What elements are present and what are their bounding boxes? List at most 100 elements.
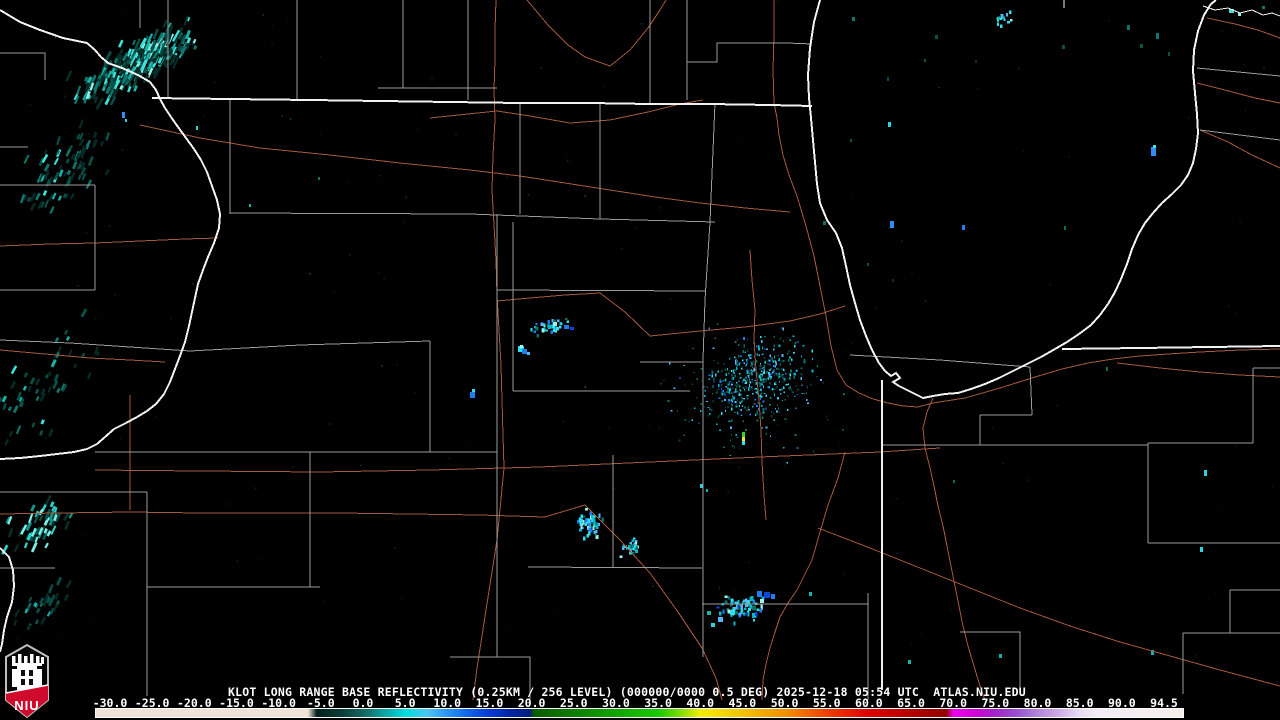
- echo-cell: [527, 194, 529, 195]
- echo-cell: [730, 455, 731, 456]
- echo-cell: [738, 344, 739, 346]
- echo-cell: [565, 318, 567, 320]
- echo-cell: [507, 177, 508, 179]
- echo-cell: [684, 385, 686, 386]
- echo-cell: [938, 87, 940, 88]
- echo-cell: [56, 577, 62, 586]
- echo-cell: [741, 414, 743, 415]
- echo-cell: [752, 613, 755, 618]
- echo-cell: [789, 357, 791, 359]
- echo-cell: [776, 368, 777, 370]
- echo-cell: [55, 337, 59, 343]
- echo-cell: [718, 389, 720, 390]
- echo-cell: [729, 421, 731, 423]
- echo-cell: [44, 149, 48, 154]
- echo-cell: [349, 254, 351, 256]
- echo-cell: [0, 407, 1, 415]
- echo-cell: [592, 519, 595, 522]
- echo-cell: [1263, 67, 1265, 69]
- radar-screen: KLOT LONG RANGE BASE REFLECTIVITY (0.25K…: [0, 0, 1280, 720]
- echo-cell: [709, 328, 711, 330]
- echo-cell: [10, 381, 16, 389]
- echo-cell: [781, 369, 782, 371]
- echo-cell: [747, 611, 749, 613]
- echo-cell: [780, 360, 781, 363]
- echo-cell: [735, 389, 737, 391]
- highway-line: [762, 462, 766, 520]
- echo-cell: [674, 387, 676, 389]
- echo-cell: [721, 412, 722, 415]
- echo-cell: [769, 360, 771, 361]
- echo-cell: [743, 387, 745, 388]
- echo-cell: [48, 428, 54, 437]
- echo-cell: [739, 393, 741, 395]
- echo-cell: [721, 391, 722, 392]
- echo-cell: [86, 179, 92, 189]
- echo-cell: [55, 37, 56, 38]
- echo-cell: [764, 592, 770, 598]
- echo-cell: [728, 596, 730, 600]
- echo-cell: [599, 513, 601, 518]
- echo-cell: [787, 395, 789, 397]
- echo-cell: [718, 617, 723, 622]
- echo-cell: [763, 393, 765, 394]
- echo-cell: [718, 415, 719, 417]
- echo-cell: [773, 336, 775, 337]
- echo-cell: [783, 447, 785, 449]
- echo-cell: [711, 409, 713, 411]
- echo-cell: [0, 397, 2, 403]
- echo-cell: [796, 385, 798, 387]
- echo-cell: [1244, 64, 1245, 66]
- echo-cell: [753, 361, 754, 362]
- echo-cell: [747, 362, 748, 365]
- echo-cell: [707, 611, 711, 615]
- echo-cell: [749, 384, 750, 387]
- echo-cell: [768, 387, 770, 388]
- echo-cell: [35, 619, 39, 624]
- echo-cell: [88, 134, 90, 135]
- state-border-wi-il: [152, 98, 812, 106]
- echo-cell: [719, 587, 720, 589]
- echo-cell: [752, 406, 754, 408]
- echo-cell: [731, 408, 733, 411]
- echo-cell: [9, 431, 13, 437]
- echo-cell: [722, 400, 723, 402]
- echo-cell: [35, 388, 40, 394]
- echo-cell: [782, 354, 784, 357]
- highway-line: [1117, 363, 1280, 377]
- echo-cell: [739, 612, 741, 615]
- echo-cell: [827, 419, 828, 421]
- echo-cell: [725, 373, 727, 376]
- echo-cell: [635, 227, 636, 229]
- echo-cell: [794, 376, 795, 379]
- echo-cell: [747, 398, 748, 400]
- echo-cell: [745, 613, 747, 616]
- echo-cell: [700, 403, 702, 405]
- echo-cell: [777, 405, 779, 406]
- echo-cell: [763, 371, 764, 372]
- echo-cell: [395, 547, 396, 549]
- echo-cell: [770, 357, 772, 359]
- county-line: [0, 53, 45, 80]
- echo-cell: [272, 25, 273, 26]
- echo-cell: [1000, 18, 1003, 21]
- echo-cell: [65, 70, 72, 81]
- county-line: [1030, 367, 1032, 415]
- echo-cell: [709, 413, 710, 415]
- echo-cell: [755, 399, 756, 401]
- echo-cell: [729, 393, 731, 394]
- echo-cell: [727, 391, 729, 393]
- echo-cell: [716, 606, 719, 608]
- echo-cell: [752, 382, 754, 383]
- echo-cell: [750, 354, 751, 356]
- echo-cell: [360, 465, 362, 466]
- echo-cell: [745, 387, 747, 389]
- echo-cell: [759, 384, 760, 387]
- echo-cell: [727, 368, 728, 371]
- echo-cell: [722, 393, 724, 396]
- echo-cell: [766, 380, 767, 383]
- echo-cell: [704, 390, 706, 392]
- echo-cell: [589, 528, 591, 531]
- echo-cell: [759, 365, 760, 367]
- echo-cell: [728, 383, 730, 384]
